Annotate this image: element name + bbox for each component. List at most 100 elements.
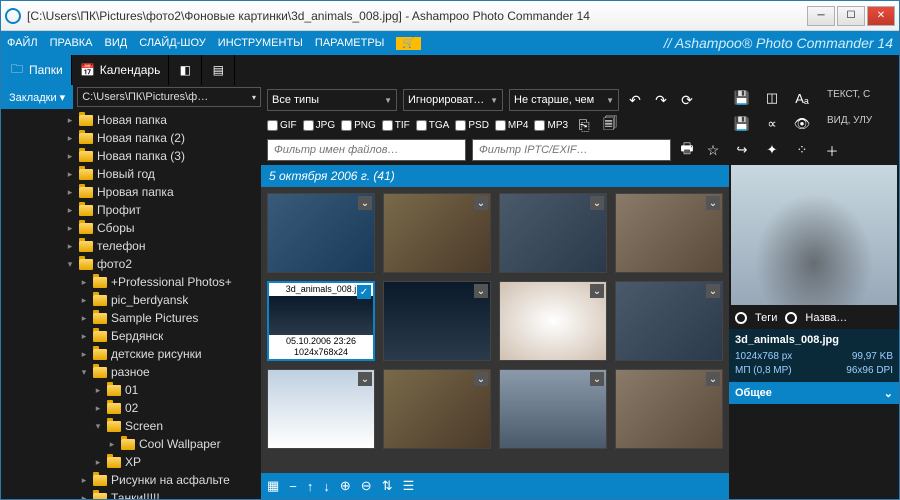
tree-item[interactable]: ▸Новый год [1, 165, 261, 183]
format-checkbox-mp3[interactable]: MP3 [534, 120, 568, 131]
expander-icon[interactable]: ▾ [65, 259, 75, 270]
filter-type-dropdown[interactable]: Все типы▼ [267, 89, 397, 111]
eye-icon[interactable]: 👁 [793, 115, 811, 133]
format-checkbox-gif[interactable]: GIF [267, 120, 297, 131]
tree-item[interactable]: ▸Профит [1, 201, 261, 219]
check-icon[interactable]: ⌄ [474, 284, 488, 298]
format-checkbox-psd[interactable]: PSD [455, 120, 489, 131]
thumbnail[interactable]: ⌄ [499, 281, 607, 361]
tree-item[interactable]: ▸телефон [1, 237, 261, 255]
tree-item[interactable]: ▸Sample Pictures [1, 309, 261, 327]
tab-calendar[interactable]: 📅 Календарь [72, 55, 170, 85]
crop-icon[interactable]: ◫ [763, 89, 781, 107]
list-icon[interactable]: ☰ [403, 478, 415, 494]
save2-icon[interactable]: 💾 [733, 115, 751, 133]
iptc-filter-input[interactable] [472, 139, 671, 161]
folder-tree[interactable]: ▸Новая папка▸Новая папка (2)▸Новая папка… [1, 109, 261, 499]
format-checkbox-mp4[interactable]: MP4 [495, 120, 529, 131]
thumbnail[interactable]: ⌄ [383, 193, 491, 273]
bookmarks-tab[interactable]: Закладки ▾ [1, 85, 73, 109]
check-icon[interactable]: ⌄ [590, 284, 604, 298]
tree-item[interactable]: ▸детские рисунки [1, 345, 261, 363]
tree-item[interactable]: ▸Cool Wallpaper [1, 435, 261, 453]
thumbnail[interactable]: ⌄ [267, 193, 375, 273]
expander-icon[interactable]: ▸ [65, 115, 75, 126]
tree-item[interactable]: ▸02 [1, 399, 261, 417]
minimize-button[interactable]: ─ [807, 6, 835, 26]
print-icon[interactable]: 🖶 [677, 140, 697, 160]
down-arrow-icon[interactable]: ↓ [323, 479, 330, 494]
thumbnail[interactable]: ⌄ [499, 193, 607, 273]
expander-icon[interactable]: ▸ [65, 241, 75, 252]
tree-item[interactable]: ▸Новая папка [1, 111, 261, 129]
text-tool-icon[interactable]: Aₐ [793, 89, 811, 107]
copy-icon[interactable]: ⎘ [574, 115, 594, 135]
share-icon[interactable]: ∝ [763, 115, 781, 133]
redo2-icon[interactable]: ↪ [733, 141, 751, 159]
check-icon[interactable]: ⌄ [590, 372, 604, 386]
expander-icon[interactable]: ▸ [79, 349, 89, 360]
expander-icon[interactable]: ▾ [93, 421, 103, 432]
menu-slideshow[interactable]: СЛАЙД-ШОУ [139, 37, 206, 49]
expander-icon[interactable]: ▸ [65, 151, 75, 162]
tab-name[interactable]: Назва… [805, 312, 847, 324]
adjust-icon[interactable]: ⁘ [793, 141, 811, 159]
format-checkbox-jpg[interactable]: JPG [303, 120, 335, 131]
check-icon[interactable]: ⌄ [590, 196, 604, 210]
tree-item[interactable]: ▸Нровая папка [1, 183, 261, 201]
date-group-header[interactable]: 5 октября 2006 г. (41) [261, 165, 729, 187]
check-icon[interactable]: ⌄ [706, 284, 720, 298]
zoom-in-icon[interactable]: ⊕ [340, 478, 351, 494]
undo-icon[interactable]: ↶ [625, 90, 645, 110]
tree-item[interactable]: ▸Сборы [1, 219, 261, 237]
sort-icon[interactable]: ⇅ [382, 478, 393, 494]
expander-icon[interactable]: ▸ [79, 313, 89, 324]
tree-item[interactable]: ▸+Professional Photos+ [1, 273, 261, 291]
expander-icon[interactable]: ▸ [93, 385, 103, 396]
wand-icon[interactable]: ✦ [763, 141, 781, 159]
format-checkbox-tga[interactable]: TGA [416, 120, 450, 131]
tree-item[interactable]: ▾Screen [1, 417, 261, 435]
check-icon[interactable]: ⌄ [706, 196, 720, 210]
filename-filter-input[interactable] [267, 139, 466, 161]
tab-extra-2[interactable]: ▤ [202, 55, 235, 85]
tree-item[interactable]: ▾фото2 [1, 255, 261, 273]
duplicate-icon[interactable]: 🗐 [600, 115, 620, 135]
format-checkbox-tif[interactable]: TIF [382, 120, 410, 131]
tree-item[interactable]: ▸01 [1, 381, 261, 399]
check-icon[interactable]: ⌄ [474, 196, 488, 210]
expander-icon[interactable]: ▸ [65, 133, 75, 144]
close-button[interactable]: ✕ [867, 6, 895, 26]
thumbnail[interactable]: ⌄ [615, 369, 723, 449]
save-icon[interactable]: 💾 [733, 89, 751, 107]
menu-tools[interactable]: ИНСТРУМЕНТЫ [218, 37, 303, 49]
tree-item[interactable]: ▸Бердянск [1, 327, 261, 345]
tree-item[interactable]: ▸Рисунки на асфальте [1, 471, 261, 489]
menu-file[interactable]: ФАЙЛ [7, 37, 38, 49]
expander-icon[interactable]: ▾ [79, 367, 89, 378]
tree-item[interactable]: ▸XP [1, 453, 261, 471]
tree-item[interactable]: ▸Новая папка (3) [1, 147, 261, 165]
expander-icon[interactable]: ▸ [79, 277, 89, 288]
expander-icon[interactable]: ▸ [79, 295, 89, 306]
up-arrow-icon[interactable]: ↑ [307, 479, 314, 494]
tab-tags[interactable]: Теги [755, 312, 777, 324]
expander-icon[interactable]: ▸ [65, 187, 75, 198]
tree-item[interactable]: ▾разное [1, 363, 261, 381]
check-icon[interactable]: ✓ [357, 285, 371, 299]
menu-options[interactable]: ПАРАМЕТРЫ [315, 37, 384, 49]
thumbnail[interactable]: ⌄ [383, 369, 491, 449]
check-icon[interactable]: ⌄ [706, 372, 720, 386]
menu-edit[interactable]: ПРАВКА [50, 37, 93, 49]
section-general[interactable]: Общее ⌄ [729, 382, 899, 404]
expander-icon[interactable]: ▸ [65, 223, 75, 234]
redo-icon[interactable]: ↷ [651, 90, 671, 110]
tree-item[interactable]: ▸pic_berdyansk [1, 291, 261, 309]
expander-icon[interactable]: ▸ [65, 205, 75, 216]
expander-icon[interactable]: ▸ [79, 331, 89, 342]
menu-view[interactable]: ВИД [105, 37, 128, 49]
path-field[interactable]: C:\Users\ПК\Pictures\ф…▾ [77, 87, 261, 107]
rotate-icon[interactable]: ⟳ [677, 90, 697, 110]
thumbnail[interactable]: ⌄ [615, 193, 723, 273]
thumbnail[interactable]: ⌄ [383, 281, 491, 361]
